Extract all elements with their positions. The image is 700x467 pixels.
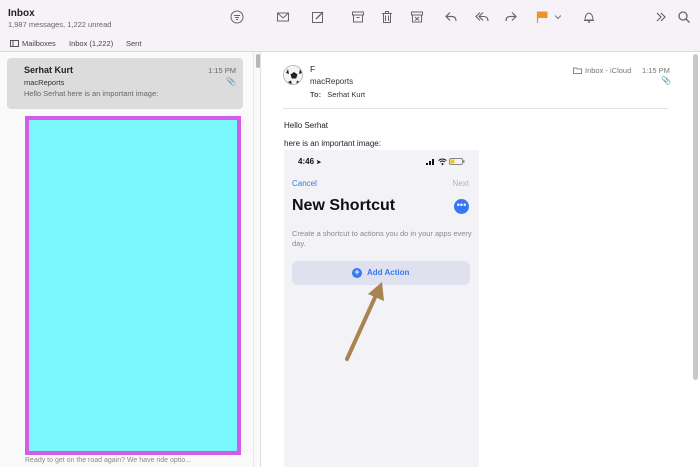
mailboxes-label: Mailboxes [22,39,56,48]
annotation-arrow-icon [345,282,384,361]
header-mailbox-label: Inbox - iCloud [585,66,632,75]
notification-icon[interactable] [581,9,597,25]
body-greeting: Hello Serhat [284,121,329,130]
folder-icon [573,67,582,74]
phone-cancel-button: Cancel [292,179,317,188]
favorite-sent[interactable]: Sent [126,39,141,48]
message-list-scrollbar[interactable] [253,52,261,467]
forward-icon[interactable] [503,9,519,25]
header-sender-name: macReports [310,77,354,86]
phone-plus-icon: + [352,268,362,278]
message-time: 1:15 PM [208,66,236,75]
flag-icon[interactable] [534,9,550,25]
header-to: To: Serhat Kurt [310,90,365,99]
window-subtitle: 1,987 messages, 1,222 unread [8,20,112,29]
attachment-icon: 📎 [226,77,236,86]
sender-avatar-soccer-ball-icon [283,65,303,85]
favorite-inbox[interactable]: Inbox (1,222) [69,39,113,48]
more-icon[interactable] [653,9,669,25]
body-text: here is an important image: [284,139,381,148]
redaction-box [25,116,241,455]
header-to-value[interactable]: Serhat Kurt [327,90,365,99]
phone-next-button: Next [452,179,469,188]
window-title: Inbox [8,8,35,19]
header-time: 1:15 PM [642,66,670,75]
signal-icon [426,159,435,165]
message-sender: Serhat Kurt [24,65,74,75]
reader-scrollbar[interactable] [692,52,700,467]
phone-description: Create a shortcut to actions you do in y… [292,229,472,248]
compose-new-icon[interactable] [275,9,291,25]
mailboxes-button[interactable]: Mailboxes [10,39,56,48]
message-subject: macReports [24,78,65,87]
header-from: F [310,64,316,74]
reply-all-icon[interactable] [474,9,490,25]
wifi-icon [438,158,447,165]
phone-add-action-label: Add Action [367,268,410,277]
toolbar: Inbox 1,987 messages, 1,222 unread [0,0,700,36]
phone-shortcut-title: New Shortcut [292,197,396,214]
message-preview: Hello Serhat here is an important image: [24,89,159,98]
junk-icon[interactable] [409,9,425,25]
trash-icon[interactable] [379,9,395,25]
phone-more-icon: ••• [454,199,469,214]
phone-status-icons [426,158,465,167]
phone-time-label: 4:46 [298,157,315,166]
favorites-bar: Mailboxes Inbox (1,222) Sent [0,36,700,52]
header-mailbox: Inbox - iCloud [573,66,631,75]
battery-icon [449,158,465,165]
sidebar-icon [10,40,19,47]
search-icon[interactable] [676,9,692,25]
message-list-item-selected[interactable]: Serhat Kurt 1:15 PM macReports Hello Ser… [7,58,243,109]
phone-status-time: 4:46 ➤ [298,157,321,166]
compose-icon[interactable] [310,9,326,25]
archive-icon[interactable] [350,9,366,25]
header-attachment-icon: 📎 [661,76,671,85]
reply-icon[interactable] [443,9,459,25]
header-to-label: To: [310,90,322,99]
reader-scroll-thumb[interactable] [693,54,698,380]
filter-icon[interactable] [229,9,245,25]
window-title-block: Inbox 1,987 messages, 1,222 unread [8,8,111,29]
flag-dropdown-icon[interactable] [553,9,563,25]
header-divider [283,108,668,109]
message-list-scroll-thumb[interactable] [256,54,260,68]
location-arrow-icon: ➤ [316,160,322,166]
